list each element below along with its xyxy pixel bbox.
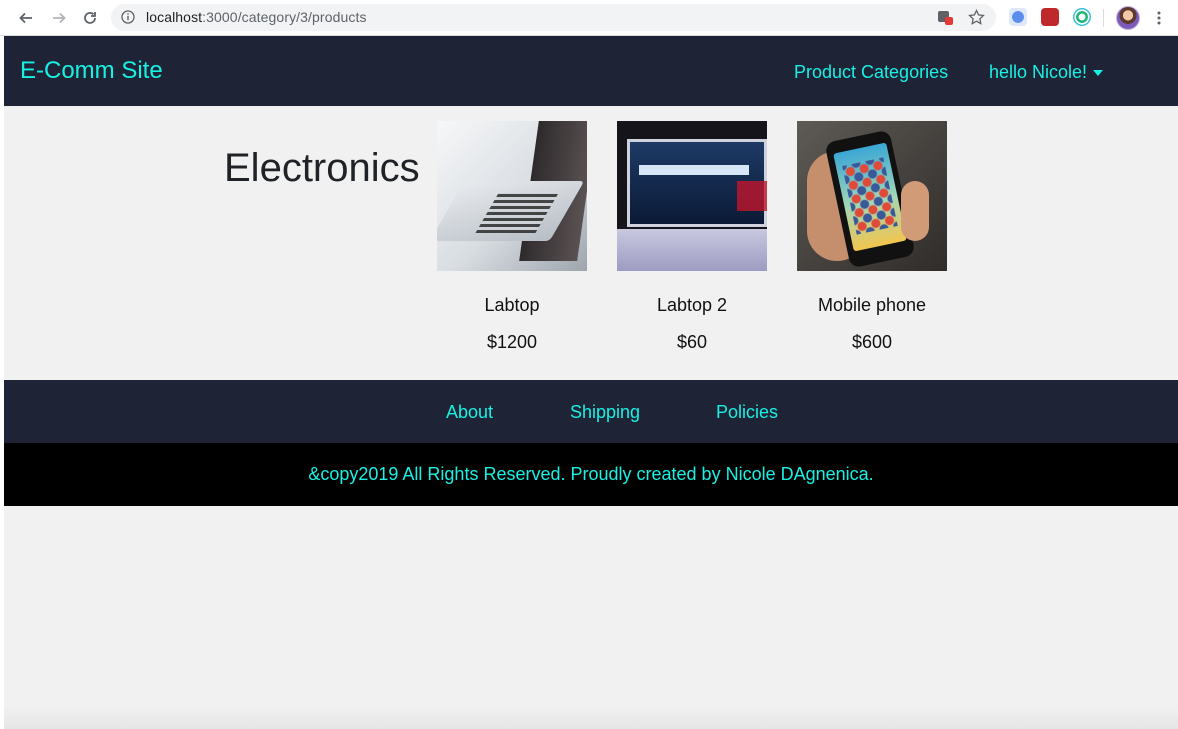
page-bottom — [4, 706, 1178, 729]
info-icon[interactable] — [121, 10, 135, 24]
user-greeting: hello Nicole! — [989, 62, 1088, 82]
footer-link-policies[interactable]: Policies — [716, 402, 778, 423]
footer-link-about[interactable]: About — [446, 402, 493, 423]
category-title: Electronics — [224, 146, 420, 190]
product-price: $60 — [676, 332, 708, 352]
copyright-text: &copy2019 All Rights Reserved. Proudly c… — [308, 464, 874, 484]
footer-nav: About Shipping Policies — [4, 380, 1178, 443]
product-categories-link[interactable]: Product Categories — [794, 62, 948, 83]
product-card[interactable]: Labtop 2 $60 — [617, 121, 767, 353]
translate-icon[interactable] — [937, 9, 954, 26]
product-price: $600 — [851, 332, 893, 352]
menu-dots-icon[interactable] — [1148, 7, 1170, 29]
address-bar[interactable]: localhost:3000/category/3/products — [111, 4, 996, 31]
toolbar-divider — [1103, 9, 1104, 27]
product-name[interactable]: Labtop — [437, 295, 587, 316]
product-name[interactable]: Mobile phone — [797, 295, 947, 316]
back-arrow-icon[interactable] — [15, 7, 37, 29]
product-name[interactable]: Labtop 2 — [617, 295, 767, 316]
url-host: localhost — [146, 9, 203, 25]
footer-link-shipping[interactable]: Shipping — [570, 402, 640, 423]
product-image[interactable] — [617, 121, 767, 271]
caret-down-icon — [1093, 70, 1104, 77]
url-text[interactable]: localhost:3000/category/3/products — [146, 9, 367, 25]
copyright-bar: &copy2019 All Rights Reserved. Proudly c… — [4, 443, 1178, 506]
product-image[interactable] — [797, 121, 947, 271]
product-image[interactable] — [437, 121, 587, 271]
product-card[interactable]: Labtop $1200 — [437, 121, 587, 353]
extension-icon[interactable] — [1009, 8, 1027, 26]
product-card[interactable]: Mobile phone $600 — [797, 121, 947, 353]
star-icon[interactable] — [968, 9, 985, 26]
browser-toolbar: localhost:3000/category/3/products — [0, 0, 1178, 36]
site-navbar: E-Comm Site Product Categories hello Nic… — [4, 36, 1178, 106]
url-path: :3000/category/3/products — [202, 9, 367, 25]
forward-arrow-icon[interactable] — [48, 7, 70, 29]
user-menu-toggle[interactable]: hello Nicole! — [989, 62, 1104, 83]
extension-icon[interactable] — [1073, 8, 1091, 26]
avatar[interactable] — [1116, 6, 1140, 30]
product-price: $1200 — [486, 332, 538, 352]
extension-icon[interactable] — [1041, 8, 1059, 26]
brand-link[interactable]: E-Comm Site — [20, 57, 163, 85]
reload-icon[interactable] — [79, 7, 101, 29]
